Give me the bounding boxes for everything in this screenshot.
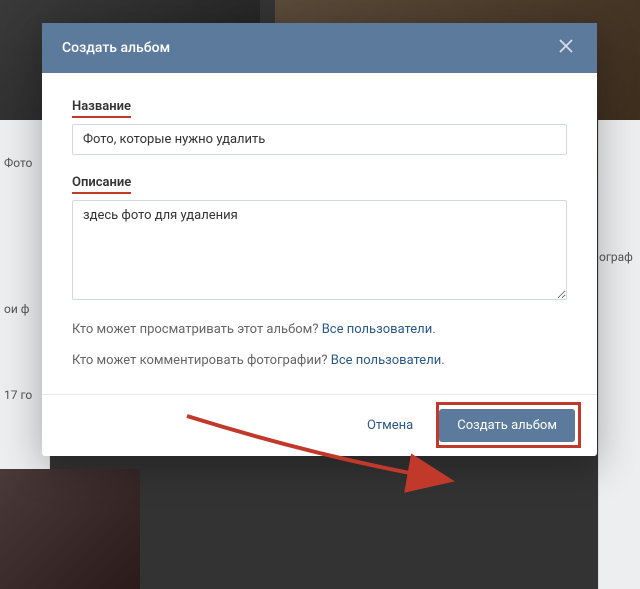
privacy-comment-row: Кто может комментировать фотографии? Все… [72, 351, 567, 372]
description-label: Описание [72, 175, 131, 192]
privacy-view-row: Кто может просматривать этот альбом? Все… [72, 320, 567, 341]
privacy-suffix: . [441, 353, 444, 368]
bg-photo-thumb [0, 469, 140, 589]
name-label: Название [72, 99, 131, 116]
bg-label: ограф [599, 120, 640, 264]
privacy-view-question: Кто может просматривать этот альбом? [72, 322, 322, 337]
privacy-comment-link[interactable]: Все пользователи [331, 353, 442, 368]
modal-body: Название Описание Кто может просматриват… [42, 73, 597, 394]
cancel-button[interactable]: Отмена [355, 410, 425, 441]
modal-title: Создать альбом [62, 40, 170, 56]
privacy-view-link[interactable]: Все пользователи [322, 322, 433, 337]
modal-footer: Отмена Создать альбом [42, 394, 597, 456]
privacy-comment-question: Кто может комментировать фотографии? [72, 353, 331, 368]
album-description-textarea[interactable] [72, 200, 567, 300]
close-icon[interactable] [555, 37, 577, 59]
create-album-modal: Создать альбом Название Описание Кто мож… [42, 23, 597, 456]
privacy-suffix: . [432, 322, 435, 337]
album-name-input[interactable] [72, 124, 567, 155]
bg-right-panel: ограф [598, 120, 640, 589]
modal-header: Создать альбом [42, 23, 597, 73]
create-album-button[interactable]: Создать альбом [439, 409, 575, 442]
